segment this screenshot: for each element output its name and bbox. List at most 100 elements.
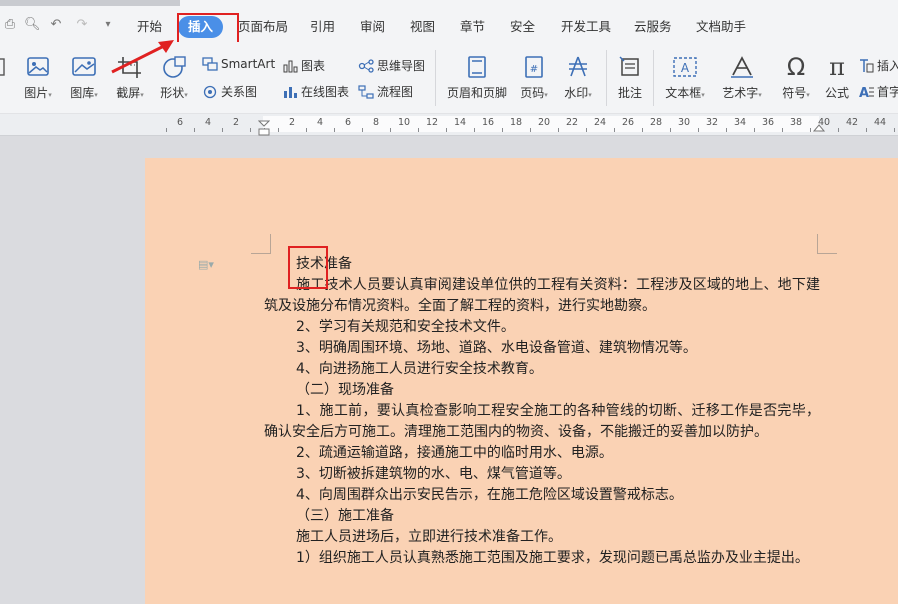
insert-more-icon: [860, 58, 874, 72]
chart-button[interactable]: 图表: [282, 57, 325, 74]
quick-access-dropdown-icon[interactable]: ▾: [100, 18, 116, 32]
heading-line: 技术准备: [264, 254, 820, 275]
print-preview-icon[interactable]: 🔍︎: [24, 18, 41, 32]
ruler-minor-tick: [222, 128, 223, 132]
horizontal-ruler[interactable]: 6 4 2 2 4 6 8 10 12 14 16 18 20 22 24 26 28 30 32 34 36 38 40 4…: [0, 114, 898, 136]
ruler-minor-tick: [418, 128, 419, 132]
gallery-icon: [72, 57, 96, 76]
ruler-tick-label: 14: [453, 117, 467, 128]
tab-page-layout[interactable]: 页面布局: [238, 14, 288, 40]
insert-more-label: 插入: [877, 59, 898, 73]
tab-doc-assistant[interactable]: 文档助手: [696, 14, 746, 40]
ruler-minor-tick: [726, 128, 727, 132]
page-number-label: 页码: [520, 86, 545, 100]
tab-home[interactable]: 开始: [137, 14, 162, 40]
comment-button[interactable]: 批注: [612, 56, 648, 101]
smartart-label: SmartArt: [221, 57, 276, 71]
undo-icon[interactable]: ↶: [48, 18, 64, 32]
print-icon[interactable]: ⎙: [2, 18, 18, 32]
formula-label: 公式: [824, 86, 849, 100]
smartart-button[interactable]: SmartArt: [202, 57, 275, 71]
right-indent-marker-icon[interactable]: [813, 120, 825, 132]
symbol-label: 符号: [782, 86, 807, 100]
relation-chart-icon: [203, 85, 217, 98]
ruler-tick-label: 10: [397, 117, 411, 128]
online-chart-icon: [284, 86, 297, 98]
wordart-button[interactable]: 艺术字▾: [716, 56, 768, 101]
wordart-label: 艺术字: [722, 86, 759, 100]
selected-word-highlight-box: [288, 246, 328, 289]
tab-security[interactable]: 安全: [510, 14, 535, 40]
paragraph: 3、明确周围环境、场地、道路、水电设备管道、建筑物情况等。: [296, 340, 697, 356]
dropcap-button[interactable]: A 首字: [858, 83, 898, 100]
ribbon-separator: [653, 50, 654, 106]
textbox-label: 文本框: [665, 86, 702, 100]
ruler-tick-label: 16: [481, 117, 495, 128]
picture-button[interactable]: 图片▾: [20, 56, 56, 101]
tab-section[interactable]: 章节: [460, 14, 485, 40]
screenshot-button[interactable]: 截屏▾: [110, 56, 150, 101]
tab-references[interactable]: 引用: [310, 14, 335, 40]
ruler-minor-tick: [530, 128, 531, 132]
symbol-button[interactable]: Ω 符号▾: [776, 53, 816, 101]
ruler-tick-label: 28: [649, 117, 663, 128]
gallery-button[interactable]: 图库▾: [64, 56, 104, 101]
tab-view[interactable]: 视图: [410, 14, 435, 40]
page-number-button[interactable]: # 页码▾: [514, 56, 554, 101]
online-chart-button[interactable]: 在线图表: [282, 83, 349, 100]
watermark-label: 水印: [564, 86, 589, 100]
screenshot-label: 截屏: [116, 86, 141, 100]
document-body[interactable]: 技术准备 施工技术人员要认真审阅建设单位供的工程有关资料：工程涉及区域的地上、地…: [264, 254, 820, 569]
ruler-minor-tick: [782, 128, 783, 132]
indent-marker-icon[interactable]: [258, 120, 270, 136]
ruler-tick-label: 22: [565, 117, 579, 128]
ruler-minor-tick: [306, 128, 307, 132]
ruler-minor-tick: [586, 128, 587, 132]
picture-label: 图片: [24, 86, 49, 100]
paragraph-layout-icon[interactable]: ▤▾: [198, 258, 214, 271]
relation-chart-button[interactable]: 关系图: [202, 83, 257, 100]
ruler-minor-tick: [866, 128, 867, 132]
mindmap-button[interactable]: 思维导图: [358, 57, 425, 74]
ruler-minor-tick: [614, 128, 615, 132]
redo-icon[interactable]: ↷: [74, 18, 90, 32]
paragraph: 1）组织施工人员认真熟悉施工范围及施工要求，发现问题已禹总监办及业主提出。: [296, 550, 809, 566]
tab-developer[interactable]: 开发工具: [561, 14, 611, 40]
relation-chart-label: 关系图: [221, 85, 258, 99]
textbox-icon: A: [673, 57, 697, 77]
textbox-button[interactable]: A 文本框▾: [660, 56, 710, 101]
ruler-tick-label: 8: [372, 117, 380, 128]
dropcap-label: 首字: [877, 85, 898, 99]
ruler-minor-tick: [474, 128, 475, 132]
menu-bar: ⎙ 🔍︎ ↶ ↷ ▾ 开始 插入 页面布局 引用 审阅 视图 章节 安全 开发工…: [0, 6, 898, 42]
ribbon-toolbar: 图片▾ 图库▾ 截屏▾ 形状▾ SmartArt 关系图 图表 在线图表 思维导…: [0, 42, 898, 114]
cut-off-icon[interactable]: [0, 56, 8, 78]
ruler-tick-label: 4: [204, 117, 212, 128]
ribbon-separator: [435, 50, 436, 106]
ruler-tick-label: 42: [845, 117, 859, 128]
shape-button[interactable]: 形状▾: [154, 56, 194, 101]
tab-review[interactable]: 审阅: [360, 14, 385, 40]
omega-icon: Ω: [786, 53, 806, 81]
watermark-button[interactable]: 水印▾: [558, 56, 598, 101]
header-footer-button[interactable]: 页眉和页脚: [444, 56, 510, 101]
ruler-tick-label: 36: [761, 117, 775, 128]
insert-more-button[interactable]: 插入: [858, 57, 898, 74]
ruler-tick-label: 4: [316, 117, 324, 128]
screenshot-icon: [118, 57, 141, 78]
paragraph: 4、向周围群众出示安民告示，在施工危险区域设置警戒标志。: [296, 487, 683, 503]
section-heading: （二）现场准备: [296, 382, 394, 398]
page-number-icon: #: [525, 56, 543, 78]
flowchart-label: 流程图: [377, 85, 414, 99]
ruler-minor-tick: [334, 128, 335, 132]
ruler-tick-label: 6: [176, 117, 184, 128]
ruler-minor-tick: [670, 128, 671, 132]
svg-text:#: #: [530, 64, 538, 75]
picture-icon: [27, 57, 49, 76]
formula-button[interactable]: π 公式: [820, 55, 854, 101]
flowchart-button[interactable]: 流程图: [358, 83, 413, 100]
ruler-minor-tick: [754, 128, 755, 132]
ruler-tick-label: 44: [873, 117, 887, 128]
ruler-tick-label: 2: [232, 117, 240, 128]
tab-cloud-service[interactable]: 云服务: [634, 14, 672, 40]
